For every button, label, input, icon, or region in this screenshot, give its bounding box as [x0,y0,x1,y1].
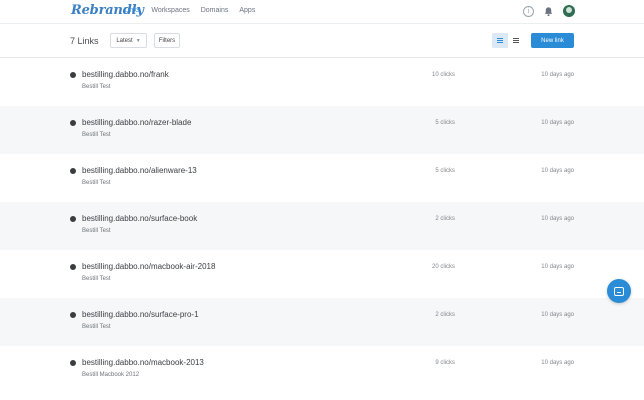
link-row[interactable]: bestilling.dabbo.no/macbook-2013 Bestill… [0,346,644,394]
link-url[interactable]: bestilling.dabbo.no/macbook-2013 [82,358,204,367]
nav-workspaces[interactable]: Workspaces [151,7,189,14]
favicon-icon [70,72,76,78]
nav-domains[interactable]: Domains [201,7,229,14]
link-date: 10 days ago [541,360,574,366]
link-clicks: 5 clicks [435,168,455,174]
chat-icon [614,286,624,296]
favicon-icon [70,216,76,222]
info-icon[interactable]: i [523,5,534,17]
top-icons: i [523,5,575,17]
links-count: 7 Links [70,36,99,46]
link-date: 10 days ago [541,216,574,222]
compact-view-button[interactable] [508,33,524,48]
link-clicks: 5 clicks [435,120,455,126]
link-row[interactable]: bestilling.dabbo.no/macbook-air-2018 Bes… [0,250,644,298]
link-url[interactable]: bestilling.dabbo.no/razer-blade [82,118,191,127]
link-url[interactable]: bestilling.dabbo.no/surface-pro-1 [82,310,199,319]
sort-label: Latest [116,37,133,44]
view-toggle [492,33,524,48]
user-avatar[interactable] [563,5,575,17]
filters-button[interactable]: Filters [154,33,180,48]
new-link-button[interactable]: New link [531,33,574,48]
favicon-icon [70,120,76,126]
list-view-icon [497,38,503,43]
favicon-icon [70,168,76,174]
link-row[interactable]: bestilling.dabbo.no/alienware-13 Bestill… [0,154,644,202]
link-title: Bestill Test [82,276,111,282]
link-title: Bestill Test [82,84,111,90]
link-date: 10 days ago [541,312,574,318]
favicon-icon [70,312,76,318]
link-clicks: 2 clicks [435,312,455,318]
list-view-button[interactable] [492,33,508,48]
link-url[interactable]: bestilling.dabbo.no/surface-book [82,214,197,223]
link-clicks: 10 clicks [431,72,455,78]
nav-links[interactable]: Links [124,7,140,14]
chevron-down-icon: ▼ [135,37,141,44]
top-nav-bar: Rebrandly Links Workspaces Domains Apps … [0,0,644,24]
link-url[interactable]: bestilling.dabbo.no/alienware-13 [82,166,197,175]
link-date: 10 days ago [541,120,574,126]
link-date: 10 days ago [541,264,574,270]
favicon-icon [70,264,76,270]
link-row[interactable]: bestilling.dabbo.no/razer-blade Bestill … [0,106,644,154]
link-url[interactable]: bestilling.dabbo.no/frank [82,70,169,79]
favicon-icon [70,360,76,366]
link-row[interactable]: bestilling.dabbo.no/frank Bestill Test 1… [0,58,644,106]
links-list: bestilling.dabbo.no/frank Bestill Test 1… [0,58,644,394]
link-title: Bestill Test [82,228,111,234]
links-toolbar: 7 Links Latest ▼ Filters New link [0,24,644,58]
link-row[interactable]: bestilling.dabbo.no/surface-pro-1 Bestil… [0,298,644,346]
link-url[interactable]: bestilling.dabbo.no/macbook-air-2018 [82,262,215,271]
sort-dropdown[interactable]: Latest ▼ [110,33,147,48]
link-title: Bestill Macbook 2012 [82,372,140,378]
compact-view-icon [513,38,519,43]
link-title: Bestill Test [82,324,111,330]
bell-icon[interactable] [543,6,554,17]
link-title: Bestill Test [82,132,111,138]
link-title: Bestill Test [82,180,111,186]
link-row[interactable]: bestilling.dabbo.no/surface-book Bestill… [0,202,644,250]
link-clicks: 20 clicks [431,264,455,270]
link-clicks: 9 clicks [435,360,455,366]
chat-button[interactable] [607,279,631,303]
link-clicks: 2 clicks [435,216,455,222]
main-nav: Links Workspaces Domains Apps [124,7,255,14]
nav-apps[interactable]: Apps [239,7,255,14]
link-date: 10 days ago [541,72,574,78]
link-date: 10 days ago [541,168,574,174]
